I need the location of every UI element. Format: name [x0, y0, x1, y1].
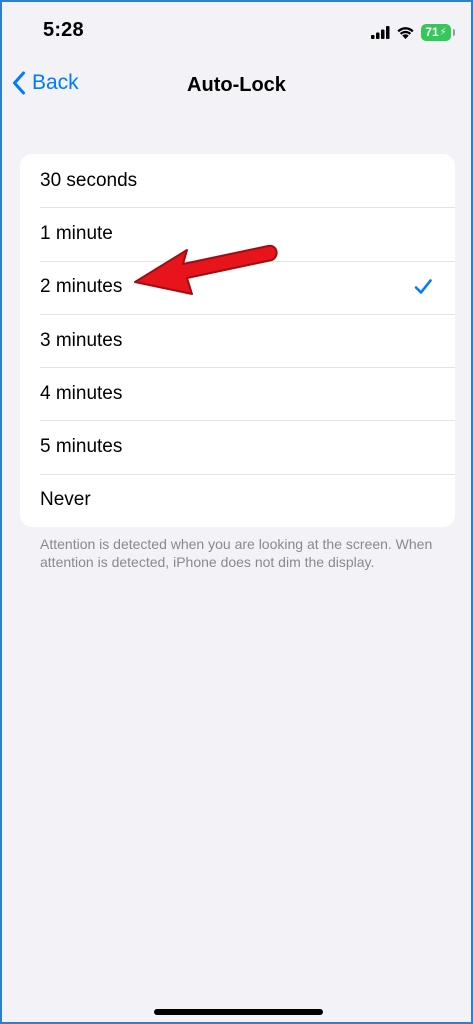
- home-indicator[interactable]: [154, 1009, 323, 1015]
- option-label: Never: [40, 489, 91, 511]
- charging-bolt-icon: ⚡: [439, 26, 447, 38]
- battery-icon: 71 ⚡: [421, 23, 455, 41]
- page-title: Auto-Lock: [187, 74, 286, 96]
- auto-lock-options-list: 30 seconds 1 minute 2 minutes 3 minutes …: [20, 154, 455, 528]
- option-label: 1 minute: [40, 222, 113, 244]
- option-1-minute[interactable]: 1 minute: [20, 207, 455, 260]
- option-5-minutes[interactable]: 5 minutes: [20, 420, 455, 473]
- option-30-seconds[interactable]: 30 seconds: [20, 154, 455, 207]
- status-time: 5:28: [43, 19, 84, 41]
- checkmark-icon: [414, 279, 432, 295]
- battery-level: 71: [425, 25, 439, 39]
- status-icons: 71 ⚡: [371, 22, 455, 42]
- option-label: 3 minutes: [40, 329, 123, 351]
- option-never[interactable]: Never: [20, 473, 455, 527]
- option-label: 30 seconds: [40, 169, 138, 191]
- status-bar: 5:28 71 ⚡: [2, 2, 471, 58]
- navigation-bar: Back Auto-Lock: [2, 64, 471, 108]
- phone-screen: 5:28 71 ⚡ Back Auto-Lock 30 seconds 1 mi…: [0, 0, 473, 1024]
- wifi-icon: [397, 27, 414, 39]
- option-label: 4 minutes: [40, 382, 123, 404]
- option-label: 2 minutes: [40, 276, 123, 298]
- cellular-signal-icon: [371, 25, 390, 39]
- footer-note: Attention is detected when you are looki…: [40, 536, 433, 570]
- option-2-minutes[interactable]: 2 minutes: [20, 260, 455, 314]
- option-label: 5 minutes: [40, 436, 123, 458]
- option-3-minutes[interactable]: 3 minutes: [20, 313, 455, 367]
- option-4-minutes[interactable]: 4 minutes: [20, 367, 455, 420]
